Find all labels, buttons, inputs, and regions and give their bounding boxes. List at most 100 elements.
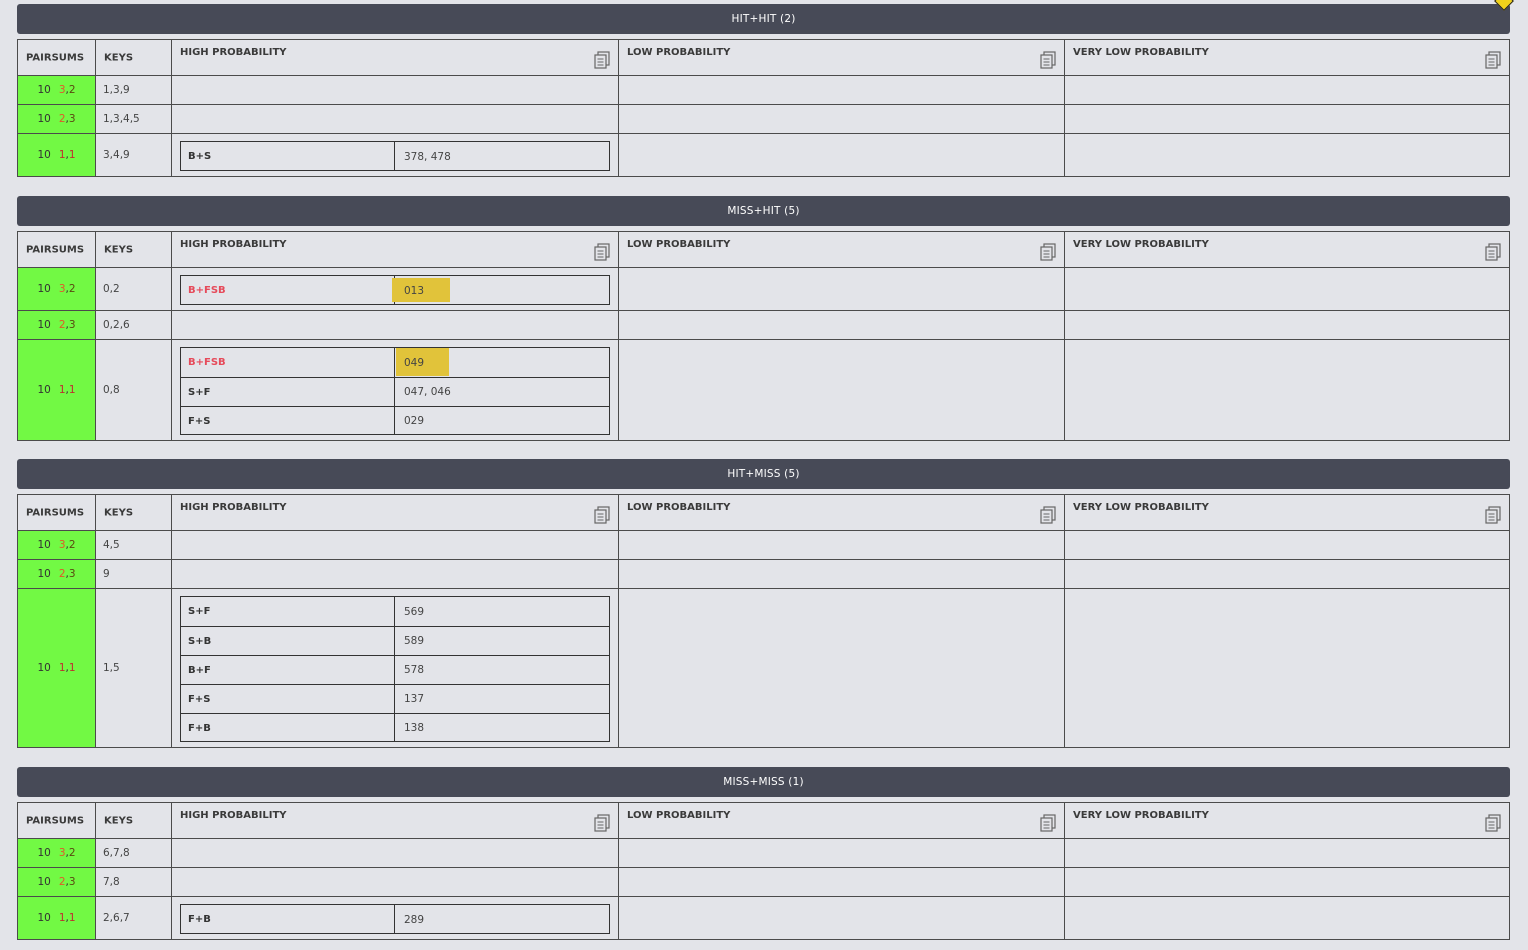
combo-label: F+B <box>181 714 395 742</box>
low-probability-cell <box>618 311 1064 339</box>
combo-label: F+S <box>181 407 395 435</box>
low-probability-cell <box>618 105 1064 133</box>
keys-header: KEYS <box>104 244 134 255</box>
pairsum-value: 10 3,2 <box>18 539 95 551</box>
combo-value-cell[interactable]: 013 <box>392 276 609 305</box>
pairsum-digit-2: 2 <box>68 84 76 96</box>
keys-value: 6,7,8 <box>103 847 130 859</box>
copy-icon[interactable] <box>1485 51 1501 69</box>
table-header-row: PAIRSUMS KEYS HIGH PROBABILITY LOW PROBABIL… <box>18 495 1509 530</box>
combo-value: 137 <box>404 693 425 705</box>
keys-cell: 1,3,9 <box>95 76 171 104</box>
combo-label: B+S <box>181 142 395 171</box>
table-row: 10 1,1 0,8 B+FSB 049 S+F 047, 046 F+S 029 <box>18 339 1509 440</box>
data-table: PAIRSUMS KEYS HIGH PROBABILITY LOW PROBABIL… <box>17 231 1510 441</box>
combo-label: F+S <box>181 685 395 713</box>
combo-row: S+B 589 <box>181 626 609 655</box>
pairsum-cell: 10 1,1 <box>18 134 95 176</box>
low-probability-cell <box>618 560 1064 588</box>
combo-value: 589 <box>404 635 425 647</box>
combo-table: F+B 289 <box>180 904 610 934</box>
keys-header: KEYS <box>104 815 134 826</box>
very-low-probability-cell <box>1064 897 1509 939</box>
combo-value-cell[interactable]: 137 <box>396 685 609 713</box>
very-low-probability-header: VERY LOW PROBABILITY <box>1073 239 1209 250</box>
pairsum-digit-2: 3 <box>68 319 76 331</box>
keys-header: KEYS <box>104 52 134 63</box>
copy-icon[interactable] <box>1040 814 1056 832</box>
pairsum-total: 10 <box>37 539 51 551</box>
copy-icon[interactable] <box>594 814 610 832</box>
pairsum-total: 10 <box>37 876 51 888</box>
combo-value-cell[interactable]: 029 <box>396 407 609 435</box>
section-1: MISS+HIT (5) PAIRSUMS KEYS HIGH PROBABILITY… <box>17 196 1510 441</box>
pairsum-value: 10 1,1 <box>18 384 95 396</box>
combo-value-cell[interactable]: 589 <box>396 627 609 655</box>
pairsum-digit-2: 2 <box>68 847 76 859</box>
low-probability-header: LOW PROBABILITY <box>627 239 731 250</box>
combo-table: B+FSB 013 <box>180 275 610 305</box>
very-low-probability-cell <box>1064 76 1509 104</box>
keys-value: 1,3,9 <box>103 84 130 96</box>
high-probability-header: HIGH PROBABILITY <box>180 47 287 58</box>
pairsum-digit-1: 1 <box>58 912 66 924</box>
pairsum-digit-1: 1 <box>58 384 66 396</box>
pairsum-digit-1: 3 <box>58 539 66 551</box>
keys-cell: 0,8 <box>95 340 171 440</box>
high-probability-cell: B+FSB 013 <box>171 268 618 310</box>
low-probability-cell <box>618 868 1064 896</box>
copy-icon[interactable] <box>594 51 610 69</box>
pairsum-digit-2: 1 <box>68 149 76 161</box>
pairsum-total: 10 <box>37 319 51 331</box>
copy-icon[interactable] <box>1485 506 1501 524</box>
high-probability-header: HIGH PROBABILITY <box>180 810 287 821</box>
keys-cell: 4,5 <box>95 531 171 559</box>
combo-row: B+F 578 <box>181 655 609 684</box>
keys-header: KEYS <box>104 507 134 518</box>
combo-value-cell[interactable]: 569 <box>396 597 609 626</box>
pairsum-cell: 10 2,3 <box>18 560 95 588</box>
combo-value-cell[interactable]: 049 <box>396 348 609 377</box>
very-low-probability-cell <box>1064 340 1509 440</box>
combo-value: 289 <box>404 913 425 926</box>
copy-icon[interactable] <box>1040 506 1056 524</box>
pairsum-digit-1: 2 <box>58 319 66 331</box>
copy-icon[interactable] <box>594 243 610 261</box>
keys-cell: 7,8 <box>95 868 171 896</box>
keys-value: 3,4,9 <box>103 149 130 161</box>
keys-cell: 1,5 <box>95 589 171 747</box>
combo-label: B+FSB <box>181 276 395 305</box>
copy-icon[interactable] <box>1040 243 1056 261</box>
keys-value: 1,5 <box>103 662 120 674</box>
high-probability-cell <box>171 76 618 104</box>
very-low-probability-cell <box>1064 560 1509 588</box>
very-low-probability-cell <box>1064 311 1509 339</box>
pairsums-header-cell: PAIRSUMS <box>18 232 95 267</box>
copy-icon[interactable] <box>1485 814 1501 832</box>
pairsum-value: 10 3,2 <box>18 84 95 96</box>
pairsum-value: 10 2,3 <box>18 319 95 331</box>
copy-icon[interactable] <box>594 506 610 524</box>
combo-value-cell[interactable]: 138 <box>396 714 609 742</box>
pairsum-cell: 10 1,1 <box>18 897 95 939</box>
low-probability-cell <box>618 531 1064 559</box>
copy-icon[interactable] <box>1040 51 1056 69</box>
pairsum-cell: 10 1,1 <box>18 340 95 440</box>
pairsum-cell: 10 1,1 <box>18 589 95 747</box>
combo-value-cell[interactable]: 378, 478 <box>396 142 609 171</box>
combo-value-cell[interactable]: 578 <box>396 656 609 684</box>
copy-icon[interactable] <box>1485 243 1501 261</box>
combo-value-cell[interactable]: 047, 046 <box>396 378 609 406</box>
keys-header-cell: KEYS <box>95 803 171 838</box>
pairsum-value: 10 1,1 <box>18 912 95 924</box>
combo-value-cell[interactable]: 289 <box>396 905 609 934</box>
combo-table: B+S 378, 478 <box>180 141 610 171</box>
combo-value: 569 <box>404 605 425 618</box>
low-probability-cell <box>618 268 1064 310</box>
pairsum-value: 10 3,2 <box>18 847 95 859</box>
keys-cell: 3,4,9 <box>95 134 171 176</box>
pairsum-total: 10 <box>37 283 51 295</box>
very-low-probability-header: VERY LOW PROBABILITY <box>1073 810 1209 821</box>
low-probability-cell <box>618 839 1064 867</box>
combo-row: B+FSB 049 <box>181 348 609 377</box>
